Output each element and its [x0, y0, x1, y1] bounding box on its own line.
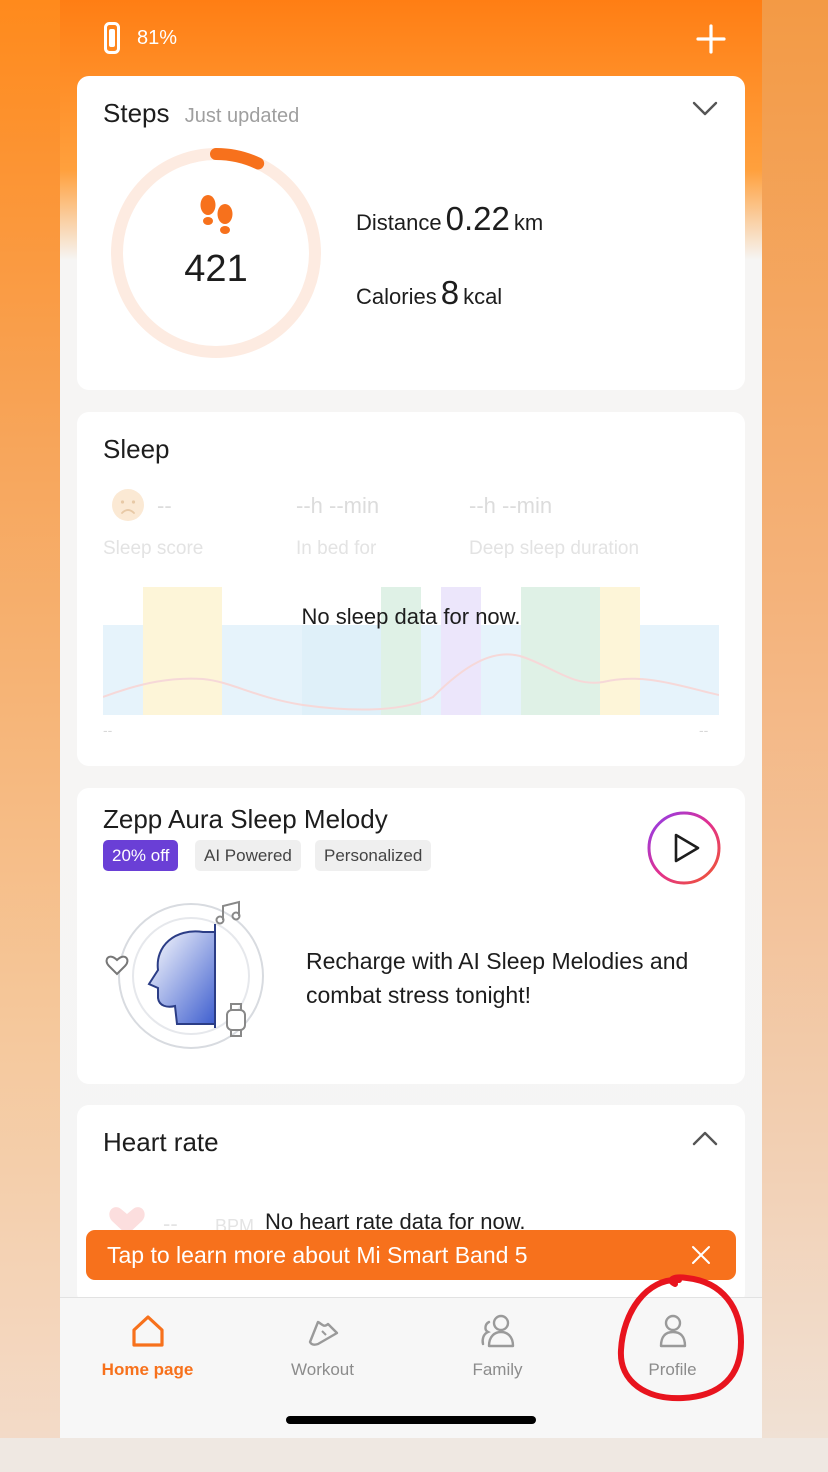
sleep-score-value: --	[157, 493, 172, 518]
ai-powered-tag: AI Powered	[195, 840, 301, 871]
deep-sleep-value: --h --min	[469, 493, 553, 518]
sleep-title: Sleep	[103, 434, 170, 464]
steps-title-text: Steps	[103, 98, 170, 128]
sad-face-icon	[112, 489, 144, 521]
add-button[interactable]	[694, 22, 728, 56]
calories-metric: Calories 8 kcal	[356, 274, 502, 312]
distance-value: 0.22	[445, 200, 510, 237]
deep-sleep-label: Deep sleep duration	[469, 538, 640, 559]
steps-title: Steps Just updated	[103, 98, 299, 129]
sleep-axis-start: --	[103, 722, 113, 738]
distance-label: Distance	[356, 210, 442, 235]
band-device-icon[interactable]	[104, 22, 120, 54]
red-circle-annotation	[617, 1274, 745, 1402]
sleep-melody-card[interactable]: Zepp Aura Sleep Melody 20% off AI Powere…	[77, 788, 745, 1084]
discount-tag: 20% off	[103, 840, 179, 871]
nav-family-label: Family	[472, 1360, 523, 1379]
calories-label: Calories	[356, 284, 437, 309]
battery-level: 81%	[137, 27, 178, 49]
heart-rate-title: Heart rate	[103, 1127, 219, 1157]
sleep-axis-end: --	[699, 722, 709, 738]
family-icon	[481, 1314, 515, 1348]
nav-home-label: Home page	[101, 1360, 194, 1379]
in-bed-label: In bed for	[296, 538, 377, 559]
nav-family[interactable]: Family	[410, 1298, 585, 1398]
steps-count: 421	[184, 248, 248, 290]
distance-metric: Distance 0.22 km	[356, 200, 543, 238]
background-bottom-edge	[0, 1438, 828, 1472]
sleep-no-data-message: No sleep data for now.	[301, 604, 521, 629]
sleep-card[interactable]: Sleep -- Sleep score --h --min In bed fo…	[77, 412, 745, 766]
chevron-up-icon[interactable]	[691, 1129, 719, 1147]
home-indicator[interactable]	[286, 1416, 536, 1424]
shoe-icon	[308, 1320, 339, 1346]
sleep-melody-description: Recharge with AI Sleep Melodies and comb…	[306, 948, 689, 1008]
top-bar: 81%	[60, 0, 762, 76]
calories-unit: kcal	[463, 284, 503, 309]
steps-card[interactable]: Steps Just updated 421 Distance 0.22 km Ca…	[77, 76, 745, 390]
close-icon[interactable]	[690, 1244, 712, 1266]
calories-value: 8	[440, 274, 460, 311]
sleep-score-label: Sleep score	[103, 538, 204, 559]
sleep-melody-title: Zepp Aura Sleep Melody	[103, 804, 388, 834]
in-bed-value: --h --min	[296, 493, 380, 518]
steps-updated-status: Just updated	[184, 105, 300, 127]
nav-home[interactable]: Home page	[60, 1298, 235, 1398]
distance-unit: km	[513, 210, 544, 235]
nav-workout-label: Workout	[291, 1360, 354, 1379]
background-right-edge	[762, 0, 828, 1472]
chevron-down-icon[interactable]	[691, 100, 719, 118]
head-music-illustration	[105, 900, 264, 1049]
footsteps-icon	[200, 195, 233, 234]
nav-workout[interactable]: Workout	[235, 1298, 410, 1398]
app-screen: 81% Steps Just updated 421 Distance 0.22 k…	[60, 0, 762, 1438]
banner-text: Tap to learn more about Mi Smart Band 5	[107, 1242, 528, 1268]
play-button[interactable]	[646, 810, 722, 886]
personalized-tag: Personalized	[315, 840, 432, 871]
home-icon	[132, 1315, 164, 1347]
